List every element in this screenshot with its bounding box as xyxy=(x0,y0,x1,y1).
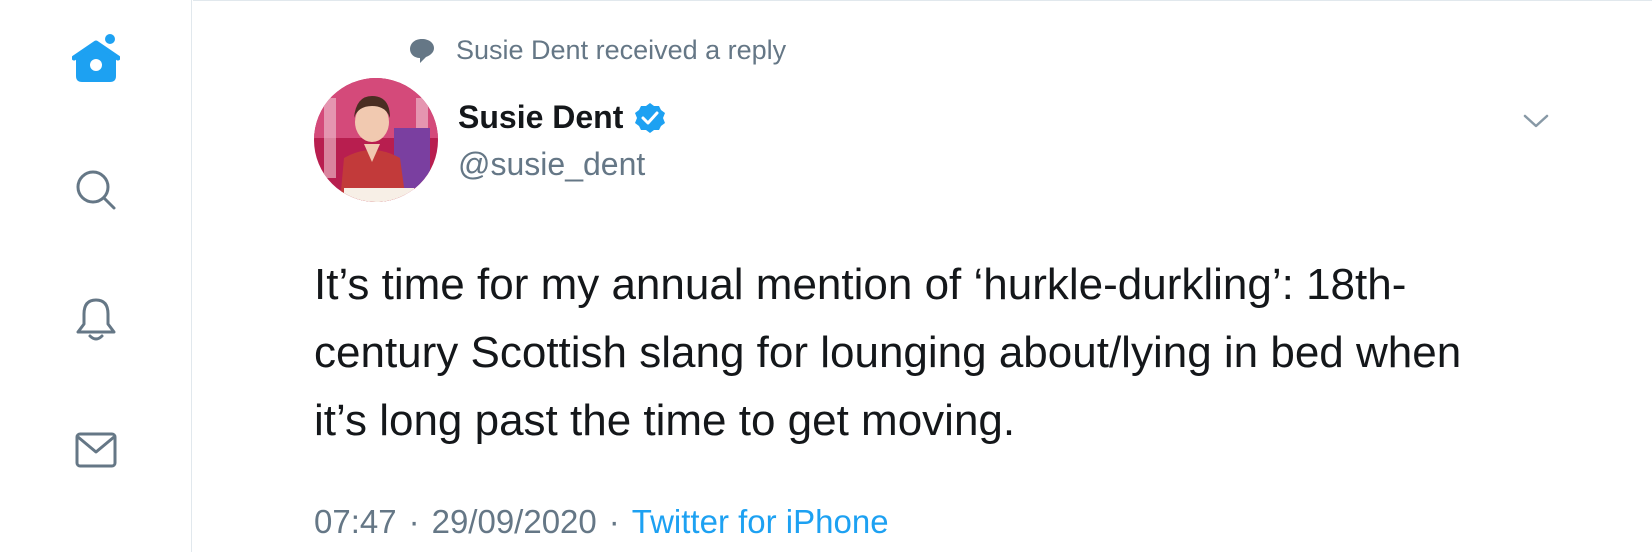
tweet-time[interactable]: 07:47 xyxy=(314,503,397,541)
author-name[interactable]: Susie Dent xyxy=(458,99,623,136)
author-handle[interactable]: @susie_dent xyxy=(458,146,667,183)
nav-home[interactable] xyxy=(66,30,126,90)
tweet-source-link[interactable]: Twitter for iPhone xyxy=(632,503,889,541)
tweet-text: It’s time for my annual mention of ‘hurk… xyxy=(314,260,1462,445)
social-context-text: Susie Dent received a reply xyxy=(456,34,787,65)
tweet-meta: 07:47 · 29/09/2020 · Twitter for iPhone xyxy=(314,503,889,541)
nav-rail xyxy=(0,0,192,552)
tweet-detail: Susie Dent received a reply Susie Dent @… xyxy=(193,0,1652,552)
nav-notifications[interactable] xyxy=(66,290,126,350)
nav-explore[interactable] xyxy=(66,160,126,220)
home-icon xyxy=(72,34,120,82)
chevron-down-icon xyxy=(1523,114,1549,128)
verified-badge-icon xyxy=(635,102,666,133)
tweet-date[interactable]: 29/09/2020 xyxy=(432,503,597,541)
app: Susie Dent received a reply Susie Dent @… xyxy=(0,0,1652,552)
avatar[interactable] xyxy=(314,78,438,202)
author-block: Susie Dent @susie_dent xyxy=(458,99,667,183)
tweet-menu-button[interactable] xyxy=(1520,105,1552,137)
nav-messages[interactable] xyxy=(66,420,126,480)
bell-icon xyxy=(76,298,116,341)
meta-separator: · xyxy=(408,503,420,540)
search-icon xyxy=(76,170,116,210)
author-name-row: Susie Dent xyxy=(458,99,667,136)
social-context: Susie Dent received a reply xyxy=(408,33,786,67)
speech-bubble-icon xyxy=(408,36,436,64)
meta-separator: · xyxy=(608,503,620,540)
mail-icon xyxy=(75,432,117,468)
